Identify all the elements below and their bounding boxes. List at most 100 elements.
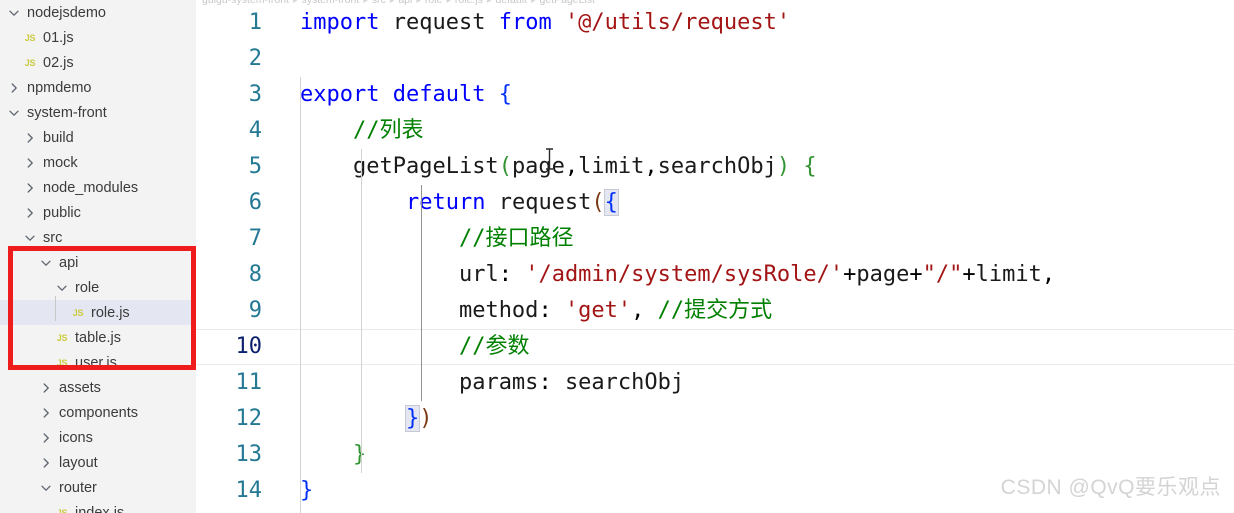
line-text[interactable]: //列表	[274, 113, 1234, 149]
code-line-9[interactable]: 9 method: 'get', //提交方式	[196, 293, 1234, 329]
tree-item-assets[interactable]: assets	[0, 375, 196, 400]
tree-item-label: role	[75, 279, 100, 296]
code-line-4[interactable]: 4 //列表	[196, 113, 1234, 149]
tree-item-label: assets	[59, 379, 101, 396]
chevron-down-icon[interactable]	[6, 5, 22, 21]
tree-item-role[interactable]: role	[0, 275, 196, 300]
tree-item-02-js[interactable]: JS 02.js	[0, 50, 196, 75]
chevron-right-icon[interactable]	[38, 380, 54, 396]
js-file-icon: JS	[72, 307, 84, 318]
chevron-down-icon[interactable]	[54, 280, 70, 296]
code-line-3[interactable]: 3 export default {	[196, 77, 1234, 113]
tree-item-build[interactable]: build	[0, 125, 196, 150]
tree-item-layout[interactable]: layout	[0, 450, 196, 475]
tree-item-mock[interactable]: mock	[0, 150, 196, 175]
line-text[interactable]: params: searchObj	[274, 365, 1234, 401]
line-text[interactable]: //参数	[274, 329, 1234, 365]
tree-item-label: system-front	[27, 104, 107, 121]
tree-item-router[interactable]: router	[0, 475, 196, 500]
code-line-12[interactable]: 12 })	[196, 401, 1234, 437]
tree-indent-guide	[55, 296, 56, 321]
chevron-right-icon[interactable]	[22, 130, 38, 146]
tree-item-role-js[interactable]: JS role.js	[0, 300, 196, 325]
js-file-icon: JS	[56, 357, 68, 368]
line-number: 3	[248, 82, 262, 107]
tree-item-label: router	[59, 479, 97, 496]
line-text[interactable]: export default {	[274, 77, 1234, 113]
indent-guide-3	[421, 185, 422, 401]
line-text[interactable]: return request({	[274, 185, 1234, 221]
chevron-right-icon[interactable]	[38, 430, 54, 446]
line-text[interactable]: import request from '@/utils/request'	[274, 5, 1234, 41]
tree-item-01-js[interactable]: JS 01.js	[0, 25, 196, 50]
tree-item-label: icons	[59, 429, 93, 446]
line-number: 2	[248, 46, 262, 71]
file-tree[interactable]: nodejsdemo JS 01.js JS 02.js npmdemo system-fr…	[0, 0, 196, 513]
tree-item-table-js[interactable]: JS table.js	[0, 325, 196, 350]
line-text[interactable]: }	[274, 437, 1234, 473]
code-line-7[interactable]: 7 //接口路径	[196, 221, 1234, 257]
chevron-down-icon[interactable]	[38, 255, 54, 271]
vscode-window: nodejsdemo JS 01.js JS 02.js npmdemo system-fr…	[0, 0, 1234, 513]
code-line-6[interactable]: 6 return request({	[196, 185, 1234, 221]
chevron-right-icon[interactable]	[22, 180, 38, 196]
js-file-icon: JS	[24, 57, 36, 68]
line-number: 13	[235, 442, 263, 467]
tree-item-label: build	[43, 129, 74, 146]
tree-item-label: src	[43, 229, 63, 246]
chevron-down-icon[interactable]	[6, 105, 22, 121]
chevron-right-icon[interactable]	[38, 405, 54, 421]
tree-item-public[interactable]: public	[0, 200, 196, 225]
line-text[interactable]: //接口路径	[274, 221, 1234, 257]
tree-item-src[interactable]: src	[0, 225, 196, 250]
chevron-down-icon[interactable]	[22, 230, 38, 246]
chevron-down-icon[interactable]	[38, 480, 54, 496]
code-line-5[interactable]: 5 getPageList(page,limit,searchObj) {	[196, 149, 1234, 185]
code-editor[interactable]: guigu-system-front▸system-front▸src▸api▸…	[196, 0, 1234, 513]
tree-item-label: api	[59, 254, 79, 271]
chevron-right-icon[interactable]	[38, 455, 54, 471]
tree-item-label: nodejsdemo	[27, 4, 106, 21]
line-number: 12	[235, 406, 263, 431]
tree-item-nodejsdemo[interactable]: nodejsdemo	[0, 0, 196, 25]
line-number: 9	[248, 298, 262, 323]
code-line-10[interactable]: 10 //参数	[196, 329, 1234, 365]
explorer-sidebar[interactable]: nodejsdemo JS 01.js JS 02.js npmdemo system-fr…	[0, 0, 196, 513]
tree-item-label: node_modules	[43, 179, 139, 196]
tree-item-components[interactable]: components	[0, 400, 196, 425]
code-line-11[interactable]: 11 params: searchObj	[196, 365, 1234, 401]
tree-item-label: 01.js	[43, 29, 74, 46]
js-file-icon: JS	[56, 507, 68, 513]
tree-item-system-front[interactable]: system-front	[0, 100, 196, 125]
indent-guide-2	[361, 149, 362, 473]
tree-item-label: components	[59, 404, 138, 421]
line-text[interactable]: })	[274, 401, 1234, 437]
line-text[interactable]: url: '/admin/system/sysRole/'+page+"/"+l…	[274, 257, 1234, 293]
chevron-right-icon[interactable]	[6, 80, 22, 96]
js-file-icon: JS	[56, 332, 68, 343]
code-line-2[interactable]: 2	[196, 41, 1234, 77]
tree-item-npmdemo[interactable]: npmdemo	[0, 75, 196, 100]
watermark: CSDN @QvQ要乐观点	[1000, 476, 1221, 499]
tree-item-user-js[interactable]: JS user.js	[0, 350, 196, 375]
chevron-right-icon[interactable]	[22, 205, 38, 221]
line-number: 1	[248, 10, 262, 35]
code-line-8[interactable]: 8 url: '/admin/system/sysRole/'+page+"/"…	[196, 257, 1234, 293]
code-line-1[interactable]: 1 import request from '@/utils/request'	[196, 5, 1234, 41]
tree-item-index-js[interactable]: JS index.js	[0, 500, 196, 513]
line-number: 14	[235, 478, 263, 503]
line-text[interactable]: method: 'get', //提交方式	[274, 293, 1234, 329]
line-number: 8	[248, 262, 262, 287]
tree-item-label: index.js	[75, 504, 125, 513]
tree-item-node-modules[interactable]: node_modules	[0, 175, 196, 200]
line-number: 7	[248, 226, 262, 251]
tree-item-icons[interactable]: icons	[0, 425, 196, 450]
line-number: 10	[235, 334, 263, 359]
tree-item-api[interactable]: api	[0, 250, 196, 275]
line-text[interactable]: getPageList(page,limit,searchObj) {	[274, 149, 1234, 185]
tree-item-label: user.js	[75, 354, 117, 371]
code-line-13[interactable]: 13 }	[196, 437, 1234, 473]
line-number: 4	[248, 118, 262, 143]
chevron-right-icon[interactable]	[22, 155, 38, 171]
code-content[interactable]: 1 import request from '@/utils/request' 2 3…	[196, 5, 1234, 513]
